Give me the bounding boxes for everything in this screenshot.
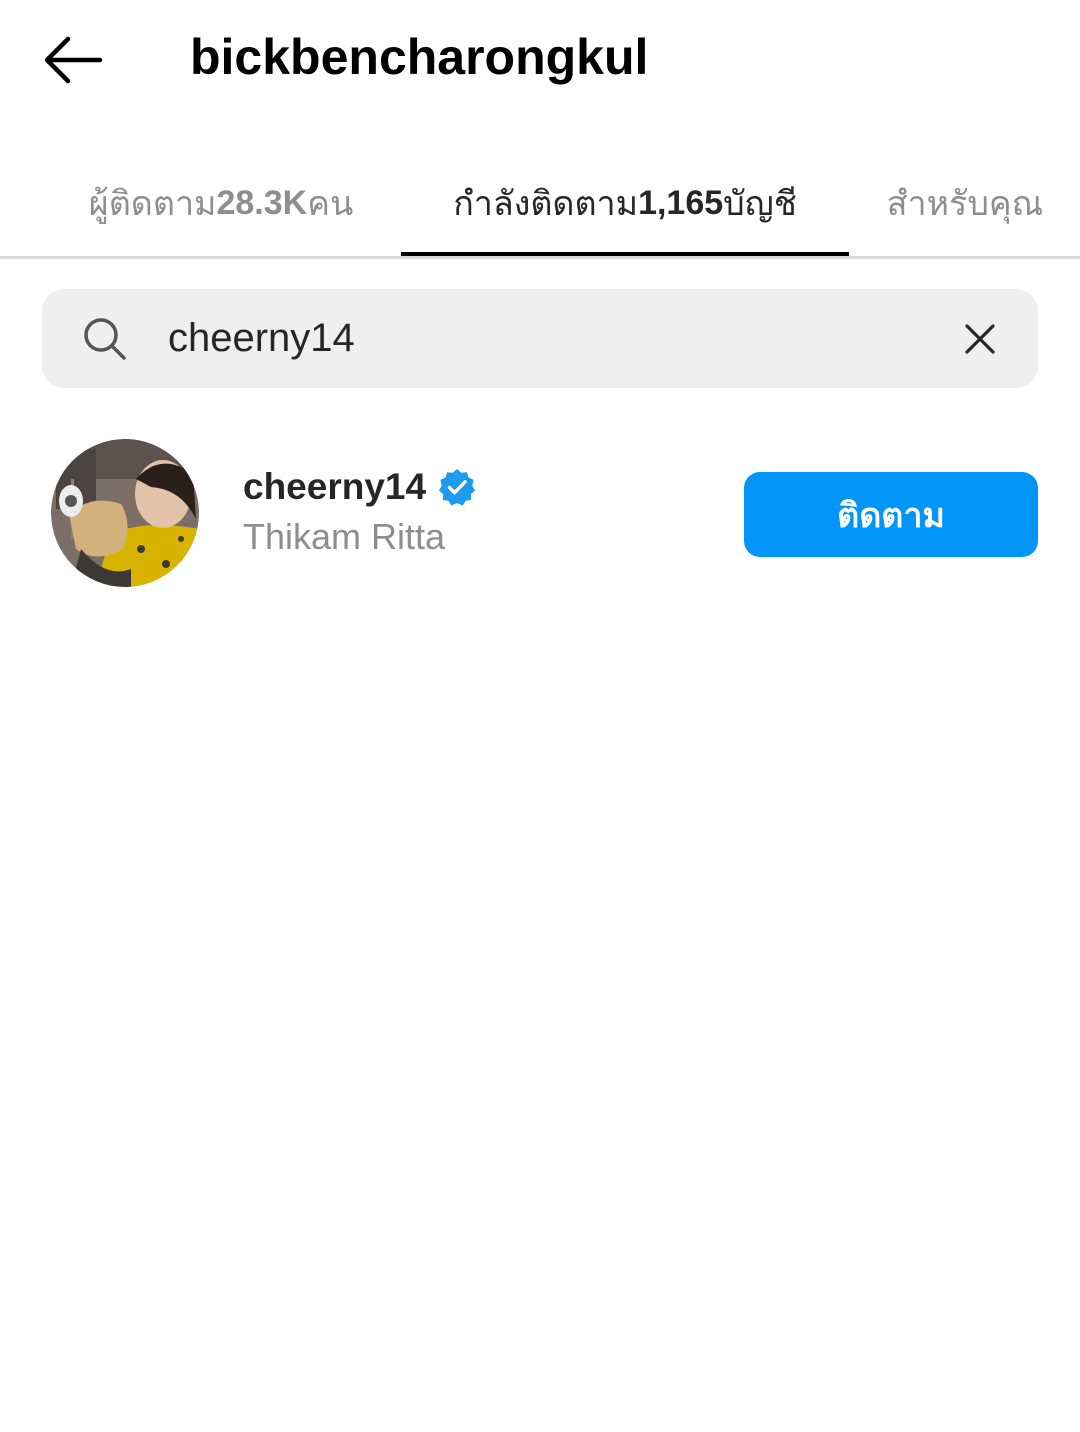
tab-followers-unit: คน — [307, 185, 354, 223]
tab-bar: ı ผู้ติดตาม 28.3K คน กำลังติดตาม 1,165 บ… — [0, 150, 1080, 260]
tab-partial-offscreen[interactable]: ı — [0, 150, 6, 256]
search-icon — [84, 318, 126, 360]
full-name: Thikam Ritta — [243, 516, 446, 557]
follow-button[interactable]: ติดตาม — [744, 472, 1038, 557]
tab-for-you-label: สำหรับคุณ — [886, 185, 1044, 223]
tab-divider — [0, 256, 1080, 259]
close-icon — [965, 324, 995, 354]
username-link[interactable]: cheerny14 — [243, 462, 476, 512]
clear-search-button[interactable] — [952, 311, 1008, 367]
search-bar — [42, 289, 1038, 388]
followers-count: 28.3K — [216, 183, 308, 222]
profile-photo — [51, 439, 199, 587]
username: cheerny14 — [243, 466, 427, 507]
tab-followers[interactable]: ผู้ติดตาม 28.3K คน — [40, 150, 402, 256]
search-input[interactable] — [168, 303, 928, 373]
tab-following-label: กำลังติดตาม — [453, 185, 639, 223]
tab-followers-label: ผู้ติดตาม — [88, 185, 217, 223]
following-count: 1,165 — [638, 183, 724, 222]
page-title: bickbencharongkul — [190, 29, 649, 85]
top-bar: bickbencharongkul — [0, 0, 1080, 120]
following-screen: bickbencharongkul ı ผู้ติดตาม 28.3K คน ก… — [0, 0, 1080, 1432]
tab-following-unit: บัญชี — [723, 185, 797, 223]
avatar[interactable] — [51, 439, 199, 587]
user-list-item[interactable]: cheerny14 Thikam Ritta ติดตาม — [0, 420, 1080, 610]
verified-badge-icon — [439, 468, 476, 506]
back-button[interactable] — [30, 22, 116, 98]
tab-for-you[interactable]: สำหรับคุณ — [850, 150, 1080, 256]
tab-following[interactable]: กำลังติดตาม 1,165 บัญชี — [401, 150, 849, 256]
arrow-left-icon — [44, 36, 103, 84]
